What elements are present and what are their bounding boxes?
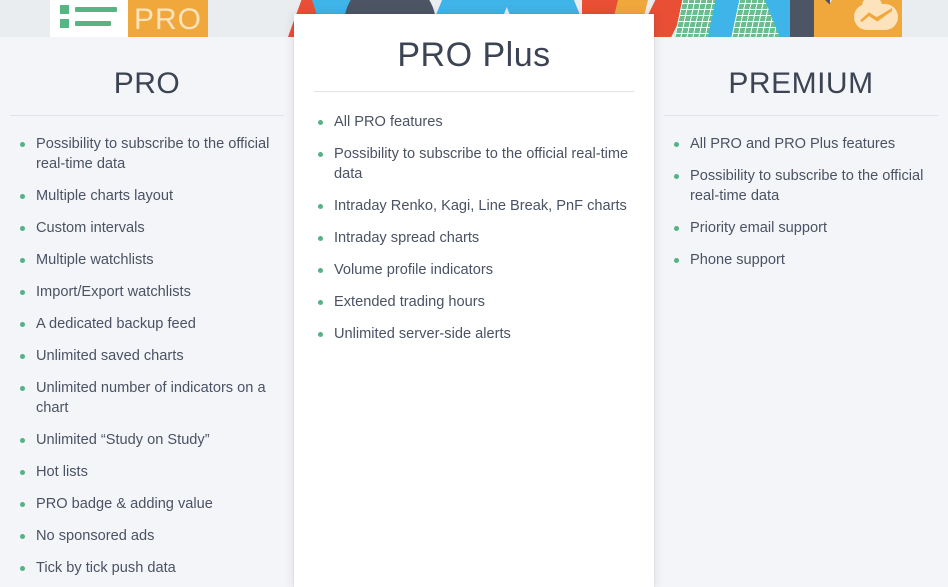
list-item: All PRO features [316,112,632,132]
list-item: All PRO and PRO Plus features [672,134,932,154]
list-item: Hot lists [18,462,278,482]
plan-title-pro: PRO [113,67,181,100]
list-item: Unlimited server-side alerts [316,324,632,344]
list-item: Unlimited “Study on Study” [18,430,278,450]
feature-list-pro: Possibility to subscribe to the official… [0,116,294,587]
feature-list-pro-plus: All PRO features Possibility to subscrib… [294,92,654,344]
list-item: Possibility to subscribe to the official… [316,144,632,184]
plan-column-premium: PREMIUM All PRO and PRO Plus features Po… [653,37,948,587]
pro-badge: PRO [128,0,208,37]
list-icon-square [60,19,69,28]
list-item: No sponsored ads [18,526,278,546]
list-icon-row [60,19,118,28]
list-item: Custom intervals [18,218,278,238]
list-item: Intraday spread charts [316,228,632,248]
pricing-plans-page: PRO PRO Possibility to subscribe to the … [0,0,948,587]
list-item: Intraday Renko, Kagi, Line Break, PnF ch… [316,196,632,216]
list-item: Unlimited number of indicators on a char… [18,378,278,418]
list-item: Possibility to subscribe to the official… [18,134,278,174]
plan-title-premium: PREMIUM [728,67,874,100]
list-item: Multiple charts layout [18,186,278,206]
list-icon-bar [75,7,117,12]
list-icon [50,0,128,37]
list-item: Priority email support [672,218,932,238]
list-item: Tick by tick push data [18,558,278,578]
list-item: Volume profile indicators [316,260,632,280]
pro-logo-graphic: PRO [50,0,208,37]
list-item: A dedicated backup feed [18,314,278,334]
plan-column-pro: PRO Possibility to subscribe to the offi… [0,37,295,587]
pro-badge-label: PRO [133,3,202,36]
list-item: Multiple watchlists [18,250,278,270]
list-item: PRO badge & adding value [18,494,278,514]
plan-card-pro-plus: PRO Plus All PRO features Possibility to… [294,14,654,587]
list-item: Possibility to subscribe to the official… [672,166,932,206]
plan-title-pro-plus: PRO Plus [397,36,551,74]
list-icon-row [60,5,118,14]
list-icon-bar [75,21,111,26]
list-item: Extended trading hours [316,292,632,312]
list-icon-square [60,5,69,14]
list-item: Unlimited saved charts [18,346,278,366]
list-item: Phone support [672,250,932,270]
feature-list-premium: All PRO and PRO Plus features Possibilit… [654,116,948,270]
list-item: Import/Export watchlists [18,282,278,302]
crown-graphic [672,0,902,37]
